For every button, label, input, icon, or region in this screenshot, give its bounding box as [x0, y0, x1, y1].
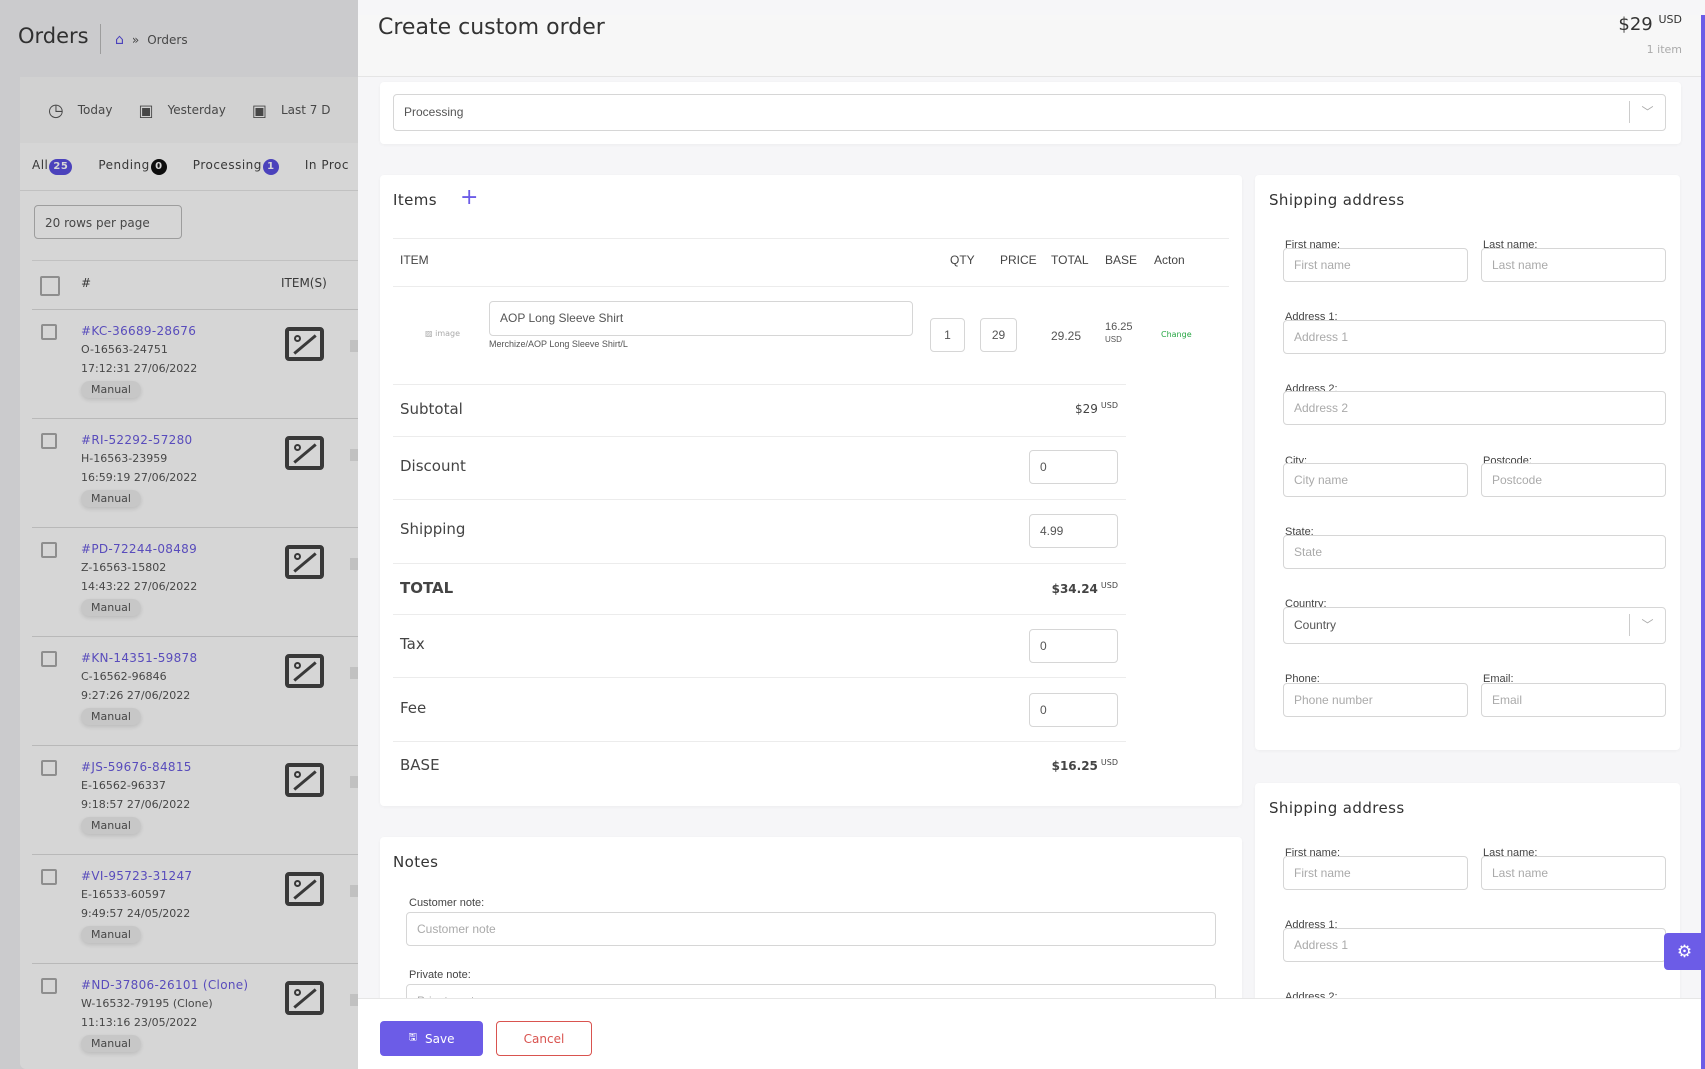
last-name-input[interactable]: Last name: [1481, 248, 1666, 282]
notes-title: Notes: [393, 853, 439, 871]
divider: [393, 614, 1126, 615]
phone-input[interactable]: Phone number: [1283, 683, 1468, 717]
save-icon: 🖫: [408, 1032, 418, 1043]
first-name-input[interactable]: First name: [1283, 856, 1468, 890]
item-base: 16.25 USD: [1105, 321, 1133, 346]
cancel-button[interactable]: Cancel: [496, 1021, 592, 1056]
shipping-address-card: Shipping address First name: Last name: Fir…: [1255, 175, 1680, 750]
fee-label: Fee: [400, 699, 427, 717]
tax-input[interactable]: 0: [1029, 629, 1118, 663]
column-header: Acton: [1154, 253, 1185, 267]
status-value: Processing: [404, 105, 464, 119]
column-header: BASE: [1105, 253, 1138, 267]
country-select[interactable]: Country ﹀: [1283, 607, 1666, 644]
total-value: $34.24 USD: [1052, 581, 1118, 596]
shipping-title: Shipping address: [1269, 191, 1405, 209]
item-sku: Merchize/AOP Long Sleeve Shirt/L: [489, 339, 628, 349]
divider: [393, 677, 1126, 678]
address2-input[interactable]: Address 2: [1283, 391, 1666, 425]
currency: USD: [1100, 401, 1118, 410]
value: $34.24: [1051, 582, 1098, 596]
currency: USD: [1100, 758, 1118, 767]
tax-label: Tax: [400, 635, 425, 653]
address1-input[interactable]: Address 1: [1283, 320, 1666, 354]
drawer-title: Create custom order: [378, 15, 605, 40]
divider: [393, 499, 1126, 500]
private-note-label: Private note:: [409, 969, 471, 981]
value: $16.25: [1051, 759, 1098, 773]
fee-input[interactable]: 0: [1029, 693, 1118, 727]
items-card: Items + ITEM QTY PRICE TOTAL BASE Acton …: [380, 175, 1242, 806]
scrollbar[interactable]: [1701, 15, 1705, 1069]
currency: USD: [1100, 581, 1118, 590]
price-input[interactable]: 29: [980, 318, 1017, 352]
state-input[interactable]: State: [1283, 535, 1666, 569]
divider: [393, 384, 1126, 385]
qty-input[interactable]: 1: [930, 318, 965, 352]
country-value: Country: [1294, 618, 1337, 632]
column-header: TOTAL: [1051, 253, 1089, 267]
postcode-input[interactable]: Postcode: [1481, 463, 1666, 497]
shipping-input[interactable]: 4.99: [1029, 514, 1118, 548]
item-image: ▨ image: [425, 329, 461, 338]
first-name-input[interactable]: First name: [1283, 248, 1468, 282]
base-value: 16.25: [1105, 321, 1133, 333]
city-input[interactable]: City name: [1283, 463, 1468, 497]
price-currency: USD: [1658, 13, 1682, 26]
save-label: Save: [425, 1031, 455, 1046]
item-total: 29.25: [1051, 329, 1082, 343]
customer-note-label: Customer note:: [409, 897, 485, 909]
last-name-input[interactable]: Last name: [1481, 856, 1666, 890]
column-header: ITEM: [400, 253, 429, 267]
divider: [393, 286, 1229, 287]
divider: [393, 741, 1126, 742]
divider: [393, 238, 1229, 239]
status-card: Processing ﹀: [380, 82, 1681, 144]
chevron-down-icon: ﹀: [1629, 614, 1665, 636]
settings-gear-icon[interactable]: ⚙: [1664, 933, 1705, 970]
base-currency: USD: [1105, 335, 1122, 344]
divider: [393, 563, 1126, 564]
add-item-plus-icon[interactable]: +: [460, 185, 478, 210]
items-title: Items: [393, 191, 437, 209]
price-value: $29: [1618, 14, 1653, 35]
shipping-title: Shipping address: [1269, 799, 1405, 817]
discount-input[interactable]: 0: [1029, 450, 1118, 484]
item-name-input[interactable]: AOP Long Sleeve Shirt: [489, 301, 913, 336]
total-label: TOTAL: [400, 579, 454, 597]
save-button[interactable]: 🖫 Save: [380, 1021, 483, 1056]
status-select[interactable]: Processing ﹀: [393, 94, 1666, 131]
divider: [393, 436, 1126, 437]
image-label: image: [435, 329, 461, 338]
column-header: PRICE: [1000, 253, 1037, 267]
value: $29: [1075, 402, 1098, 416]
column-header: QTY: [950, 253, 975, 267]
base-value: $16.25 USD: [1052, 758, 1118, 773]
chevron-down-icon: ﹀: [1629, 101, 1665, 123]
subtotal-label: Subtotal: [400, 400, 463, 418]
base-label: BASE: [400, 756, 440, 774]
customer-note-input[interactable]: Customer note: [406, 912, 1216, 946]
order-price: $29 USD: [1618, 13, 1682, 35]
discount-label: Discount: [400, 457, 466, 475]
create-order-drawer: Create custom order $29 USD 1 item Proce…: [358, 0, 1705, 1069]
address1-input[interactable]: Address 1: [1283, 928, 1666, 962]
item-count: 1 item: [1646, 43, 1682, 56]
email-input[interactable]: Email: [1481, 683, 1666, 717]
change-item-link[interactable]: Change: [1161, 330, 1192, 339]
subtotal-value: $29 USD: [1075, 401, 1118, 416]
drawer-footer: 🖫 Save Cancel: [358, 998, 1701, 1069]
shipping-label: Shipping: [400, 520, 466, 538]
